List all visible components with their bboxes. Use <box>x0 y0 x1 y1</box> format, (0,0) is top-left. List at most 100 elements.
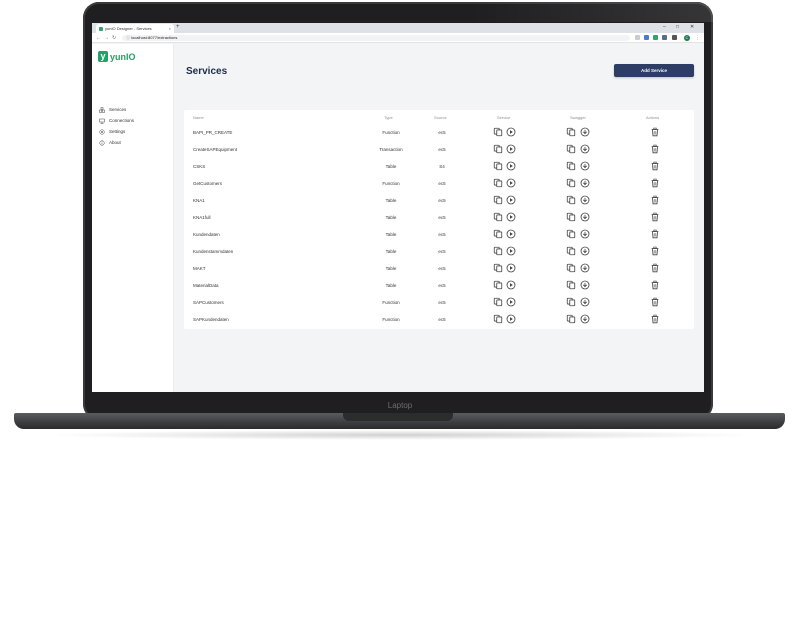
back-icon[interactable]: ← <box>96 35 101 41</box>
play-icon[interactable] <box>506 263 516 273</box>
download-icon[interactable] <box>580 195 590 205</box>
copy-icon[interactable] <box>566 229 576 239</box>
download-icon[interactable] <box>580 314 590 324</box>
trash-icon[interactable] <box>650 246 660 256</box>
puzzle-icon[interactable] <box>672 35 677 40</box>
copy-icon[interactable] <box>566 280 576 290</box>
trash-icon[interactable] <box>650 144 660 154</box>
download-icon[interactable] <box>580 127 590 137</box>
sidebar-item-connections[interactable]: Connections <box>99 116 134 125</box>
download-icon[interactable] <box>580 178 590 188</box>
trash-icon[interactable] <box>650 229 660 239</box>
extension-icon[interactable] <box>653 35 658 40</box>
play-icon[interactable] <box>506 212 516 222</box>
maximize-button[interactable]: □ <box>676 24 679 30</box>
logo-mark: y <box>98 51 108 62</box>
download-icon[interactable] <box>580 297 590 307</box>
browser-tab[interactable]: yunIO Designer - Services × <box>96 24 174 33</box>
copy-icon[interactable] <box>566 195 576 205</box>
download-icon[interactable] <box>580 246 590 256</box>
trash-icon[interactable] <box>650 178 660 188</box>
reload-icon[interactable]: ↻ <box>112 35 116 41</box>
copy-icon[interactable] <box>566 127 576 137</box>
copy-icon[interactable] <box>493 144 503 154</box>
table-row[interactable]: CSKS Table S4 <box>184 158 694 175</box>
address-bar[interactable]: ⓘ localhost:8077/extractions <box>122 35 630 41</box>
copy-icon[interactable] <box>566 297 576 307</box>
copy-icon[interactable] <box>493 297 503 307</box>
copy-icon[interactable] <box>493 127 503 137</box>
add-service-button[interactable]: Add Service <box>614 64 694 77</box>
table-row[interactable]: Kundendaten Table ec5 <box>184 226 694 243</box>
new-tab-button[interactable]: + <box>176 24 180 30</box>
download-icon[interactable] <box>580 212 590 222</box>
play-icon[interactable] <box>506 229 516 239</box>
download-icon[interactable] <box>580 161 590 171</box>
play-icon[interactable] <box>506 297 516 307</box>
download-icon[interactable] <box>580 280 590 290</box>
connections-icon <box>99 118 105 124</box>
copy-icon[interactable] <box>566 263 576 273</box>
trash-icon[interactable] <box>650 212 660 222</box>
copy-icon[interactable] <box>566 314 576 324</box>
trash-icon[interactable] <box>650 161 660 171</box>
trash-icon[interactable] <box>650 280 660 290</box>
table-row[interactable]: MAKT Table ec5 <box>184 260 694 277</box>
minimize-button[interactable]: – <box>663 24 666 30</box>
service-name: CSKS <box>193 163 206 169</box>
copy-icon[interactable] <box>566 212 576 222</box>
copy-icon[interactable] <box>493 314 503 324</box>
main-content: Services Add Service Name Type Source Se… <box>174 44 704 392</box>
table-row[interactable]: MaterialData Table ec5 <box>184 277 694 294</box>
bookmark-icon[interactable] <box>635 35 640 40</box>
play-icon[interactable] <box>506 178 516 188</box>
play-icon[interactable] <box>506 280 516 290</box>
download-icon[interactable] <box>580 263 590 273</box>
play-icon[interactable] <box>506 314 516 324</box>
copy-icon[interactable] <box>566 246 576 256</box>
trash-icon[interactable] <box>650 297 660 307</box>
table-row[interactable]: Kundenstammdaten Table ec5 <box>184 243 694 260</box>
copy-icon[interactable] <box>493 246 503 256</box>
sidebar-item-settings[interactable]: Settings <box>99 127 125 136</box>
table-row[interactable]: CreateSAPEquipment Transaction ec5 <box>184 141 694 158</box>
copy-icon[interactable] <box>566 161 576 171</box>
copy-icon[interactable] <box>493 263 503 273</box>
tab-close-icon[interactable]: × <box>169 26 171 31</box>
forward-icon[interactable]: → <box>104 35 109 41</box>
play-icon[interactable] <box>506 161 516 171</box>
close-window-button[interactable]: ✕ <box>690 24 694 30</box>
trash-icon[interactable] <box>650 127 660 137</box>
sidebar-item-services[interactable]: Services <box>99 105 126 114</box>
copy-icon[interactable] <box>493 161 503 171</box>
play-icon[interactable] <box>506 144 516 154</box>
table-row[interactable]: KNA1 Table ec5 <box>184 192 694 209</box>
menu-icon[interactable]: ⋮ <box>695 35 700 41</box>
play-icon[interactable] <box>506 127 516 137</box>
copy-icon[interactable] <box>493 178 503 188</box>
download-icon[interactable] <box>580 229 590 239</box>
profile-avatar[interactable]: C <box>684 34 690 41</box>
copy-icon[interactable] <box>493 229 503 239</box>
trash-icon[interactable] <box>650 263 660 273</box>
table-row[interactable]: KNA1full Table ec5 <box>184 209 694 226</box>
copy-icon[interactable] <box>566 178 576 188</box>
copy-icon[interactable] <box>493 280 503 290</box>
copy-icon[interactable] <box>493 195 503 205</box>
play-icon[interactable] <box>506 246 516 256</box>
table-row[interactable]: SAPCustomers Function ec5 <box>184 294 694 311</box>
sidebar-item-about[interactable]: About <box>99 138 121 147</box>
app-logo[interactable]: y yunIO <box>98 51 136 62</box>
table-row[interactable]: GetCustomers Function ec5 <box>184 175 694 192</box>
table-row[interactable]: BAPI_PR_CREATE Function ec5 <box>184 124 694 141</box>
play-icon[interactable] <box>506 195 516 205</box>
service-name: Kundendaten <box>193 231 220 237</box>
table-row[interactable]: SAPKundendaten Function ec5 <box>184 311 694 328</box>
trash-icon[interactable] <box>650 195 660 205</box>
copy-icon[interactable] <box>566 144 576 154</box>
copy-icon[interactable] <box>493 212 503 222</box>
extension-icon[interactable] <box>644 35 649 40</box>
download-icon[interactable] <box>580 144 590 154</box>
extension-icon[interactable] <box>662 35 667 40</box>
trash-icon[interactable] <box>650 314 660 324</box>
